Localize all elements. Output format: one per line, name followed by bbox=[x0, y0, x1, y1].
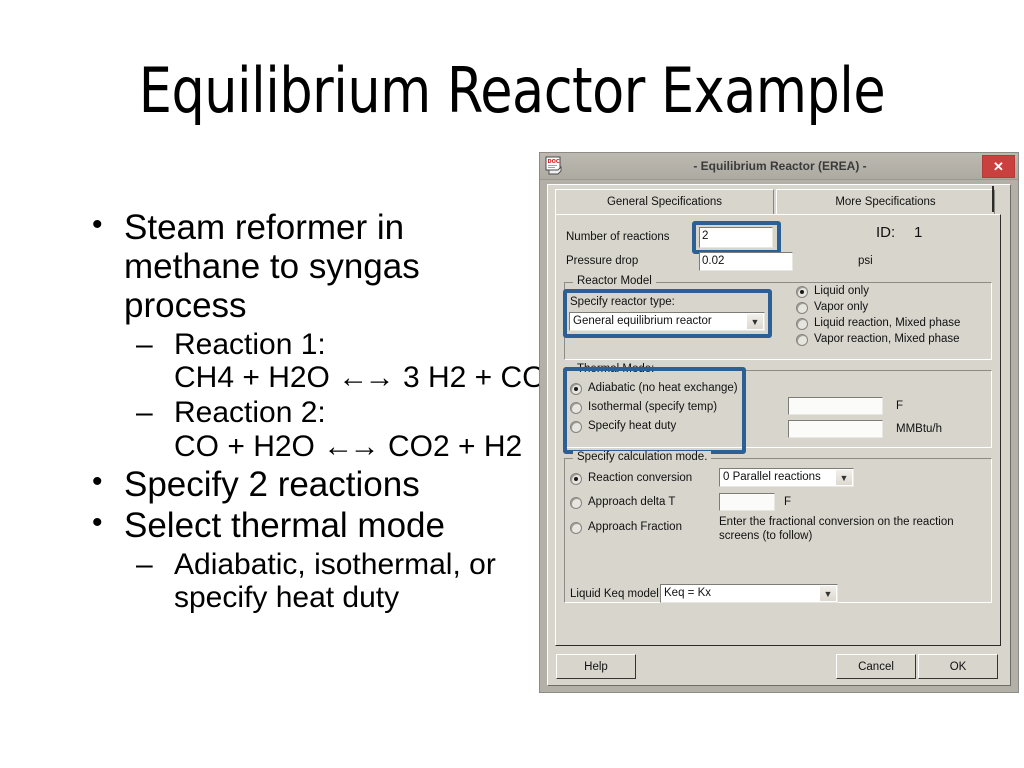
chevron-down-icon[interactable]: ▼ bbox=[836, 470, 852, 485]
bullet-item: • Select thermal mode bbox=[78, 506, 548, 545]
calculation-mode-group-title: Specify calculation mode. bbox=[573, 451, 712, 463]
tab-general-specifications[interactable]: General Specifications bbox=[555, 189, 774, 215]
radio-indicator bbox=[570, 522, 582, 534]
phase-option-label: Vapor only bbox=[814, 301, 869, 313]
number-of-reactions-input[interactable]: 2 bbox=[699, 227, 773, 248]
tabstrip: General Specifications More Specificatio… bbox=[555, 189, 1001, 215]
equilibrium-reactor-dialog: DOC - Equilibrium Reactor (EREA) - ✕ Gen… bbox=[539, 152, 1019, 693]
help-button[interactable]: Help bbox=[556, 654, 636, 679]
dialog-titlebar[interactable]: DOC - Equilibrium Reactor (EREA) - ✕ bbox=[540, 153, 1018, 180]
calc-option-label: Approach delta T bbox=[588, 496, 676, 508]
sub-bullet-item: – Adiabatic, isothermal, or specify heat… bbox=[78, 548, 548, 616]
isothermal-temp-units: F bbox=[896, 400, 904, 412]
pressure-drop-units: psi bbox=[858, 255, 873, 267]
pressure-drop-input[interactable]: 0.02 bbox=[699, 252, 793, 271]
phase-option-label: Liquid only bbox=[814, 285, 869, 297]
id-value: 1 bbox=[914, 224, 923, 241]
pressure-drop-label: Pressure drop bbox=[566, 255, 639, 267]
thermal-option-label: Adiabatic (no heat exchange) bbox=[588, 382, 738, 394]
radio-indicator bbox=[796, 318, 808, 330]
tab-more-specifications[interactable]: More Specifications bbox=[776, 189, 995, 215]
bullet-marker: • bbox=[92, 208, 103, 241]
bullet-marker: • bbox=[92, 465, 103, 499]
bullet-item: • Specify 2 reactions bbox=[78, 465, 548, 504]
thermal-option-label: Isothermal (specify temp) bbox=[588, 401, 718, 413]
heat-duty-units: MMBtu/h bbox=[896, 423, 943, 435]
approach-delta-t-input[interactable] bbox=[719, 493, 775, 511]
radio-indicator bbox=[796, 286, 808, 298]
radio-indicator bbox=[796, 302, 808, 314]
sub-bullet-text: Reaction 1: CH4 + H2O ←→ 3 H2 + CO bbox=[174, 327, 546, 395]
bullet-marker: • bbox=[92, 506, 103, 540]
sub-bullet-text: Adiabatic, isothermal, or specify heat d… bbox=[174, 547, 496, 615]
thermal-mode-group-title: Thermal Mode: bbox=[573, 363, 659, 375]
thermal-option-label: Specify heat duty bbox=[588, 420, 677, 432]
calc-option-label: Reaction conversion bbox=[588, 472, 693, 484]
isothermal-temp-input[interactable] bbox=[788, 397, 883, 415]
calc-option-label: Approach Fraction bbox=[588, 521, 682, 533]
chevron-down-icon[interactable]: ▼ bbox=[747, 314, 763, 329]
dialog-client-area: General Specifications More Specificatio… bbox=[547, 184, 1011, 686]
sub-bullet-marker: – bbox=[136, 547, 153, 581]
sub-bullet-marker: – bbox=[136, 396, 153, 430]
sub-bullet-item: – Reaction 1: CH4 + H2O ←→ 3 H2 + CO bbox=[78, 328, 548, 396]
tab-page-general: Number of reactions 2 Pressure drop 0.02… bbox=[555, 214, 1001, 646]
reactor-type-value: General equilibrium reactor bbox=[573, 315, 712, 327]
parallel-reactions-select[interactable]: 0 Parallel reactions ▼ bbox=[719, 468, 854, 487]
number-of-reactions-label: Number of reactions bbox=[566, 231, 670, 243]
close-icon[interactable]: ✕ bbox=[982, 155, 1015, 178]
bullet-text: Select thermal mode bbox=[124, 506, 445, 546]
ok-button[interactable]: OK bbox=[918, 654, 998, 679]
page-title: Equilibrium Reactor Example bbox=[138, 54, 886, 127]
bullet-text: Specify 2 reactions bbox=[124, 465, 420, 505]
parallel-reactions-value: 0 Parallel reactions bbox=[723, 471, 821, 483]
radio-indicator bbox=[570, 473, 582, 485]
liquid-keq-value: Keq = Kx bbox=[664, 587, 711, 599]
radio-indicator bbox=[570, 383, 582, 395]
reactor-type-select[interactable]: General equilibrium reactor ▼ bbox=[569, 312, 765, 331]
specify-reactor-type-label: Specify reactor type: bbox=[570, 296, 675, 308]
radio-indicator bbox=[570, 497, 582, 509]
id-label: ID: bbox=[876, 224, 896, 241]
liquid-keq-label: Liquid Keq model bbox=[570, 588, 659, 600]
sub-bullet-item: – Reaction 2: CO + H2O ←→ CO2 + H2 bbox=[78, 396, 548, 464]
reactor-model-group-title: Reactor Model bbox=[573, 275, 656, 287]
phase-option-label: Vapor reaction, Mixed phase bbox=[814, 333, 960, 345]
radio-indicator bbox=[570, 402, 582, 414]
phase-option-label: Liquid reaction, Mixed phase bbox=[814, 317, 961, 329]
tabstrip-edge bbox=[992, 186, 994, 212]
cancel-button[interactable]: Cancel bbox=[836, 654, 916, 679]
chevron-down-icon[interactable]: ▼ bbox=[820, 586, 836, 601]
dialog-title: - Equilibrium Reactor (EREA) - bbox=[693, 159, 867, 173]
radio-indicator bbox=[796, 334, 808, 346]
equilibrium-arrow: ←→ bbox=[323, 430, 379, 464]
calculation-mode-hint: Enter the fractional conversion on the r… bbox=[719, 516, 954, 542]
equilibrium-arrow: ←→ bbox=[338, 361, 394, 395]
sub-bullet-text: Reaction 2: CO + H2O ←→ CO2 + H2 bbox=[174, 396, 523, 464]
bullet-item: • Steam reformer in methane to syngas pr… bbox=[78, 208, 548, 326]
bullet-text: Steam reformer in methane to syngas proc… bbox=[124, 208, 420, 326]
slide: Equilibrium Reactor Example • Steam refo… bbox=[0, 0, 1024, 768]
heat-duty-input[interactable] bbox=[788, 420, 883, 438]
sub-bullet-marker: – bbox=[136, 327, 153, 361]
liquid-keq-select[interactable]: Keq = Kx ▼ bbox=[660, 584, 838, 603]
radio-indicator bbox=[570, 421, 582, 433]
slide-body: • Steam reformer in methane to syngas pr… bbox=[78, 208, 548, 616]
dialog-button-bar: Help Cancel OK bbox=[555, 651, 1001, 683]
approach-delta-t-units: F bbox=[784, 496, 792, 508]
